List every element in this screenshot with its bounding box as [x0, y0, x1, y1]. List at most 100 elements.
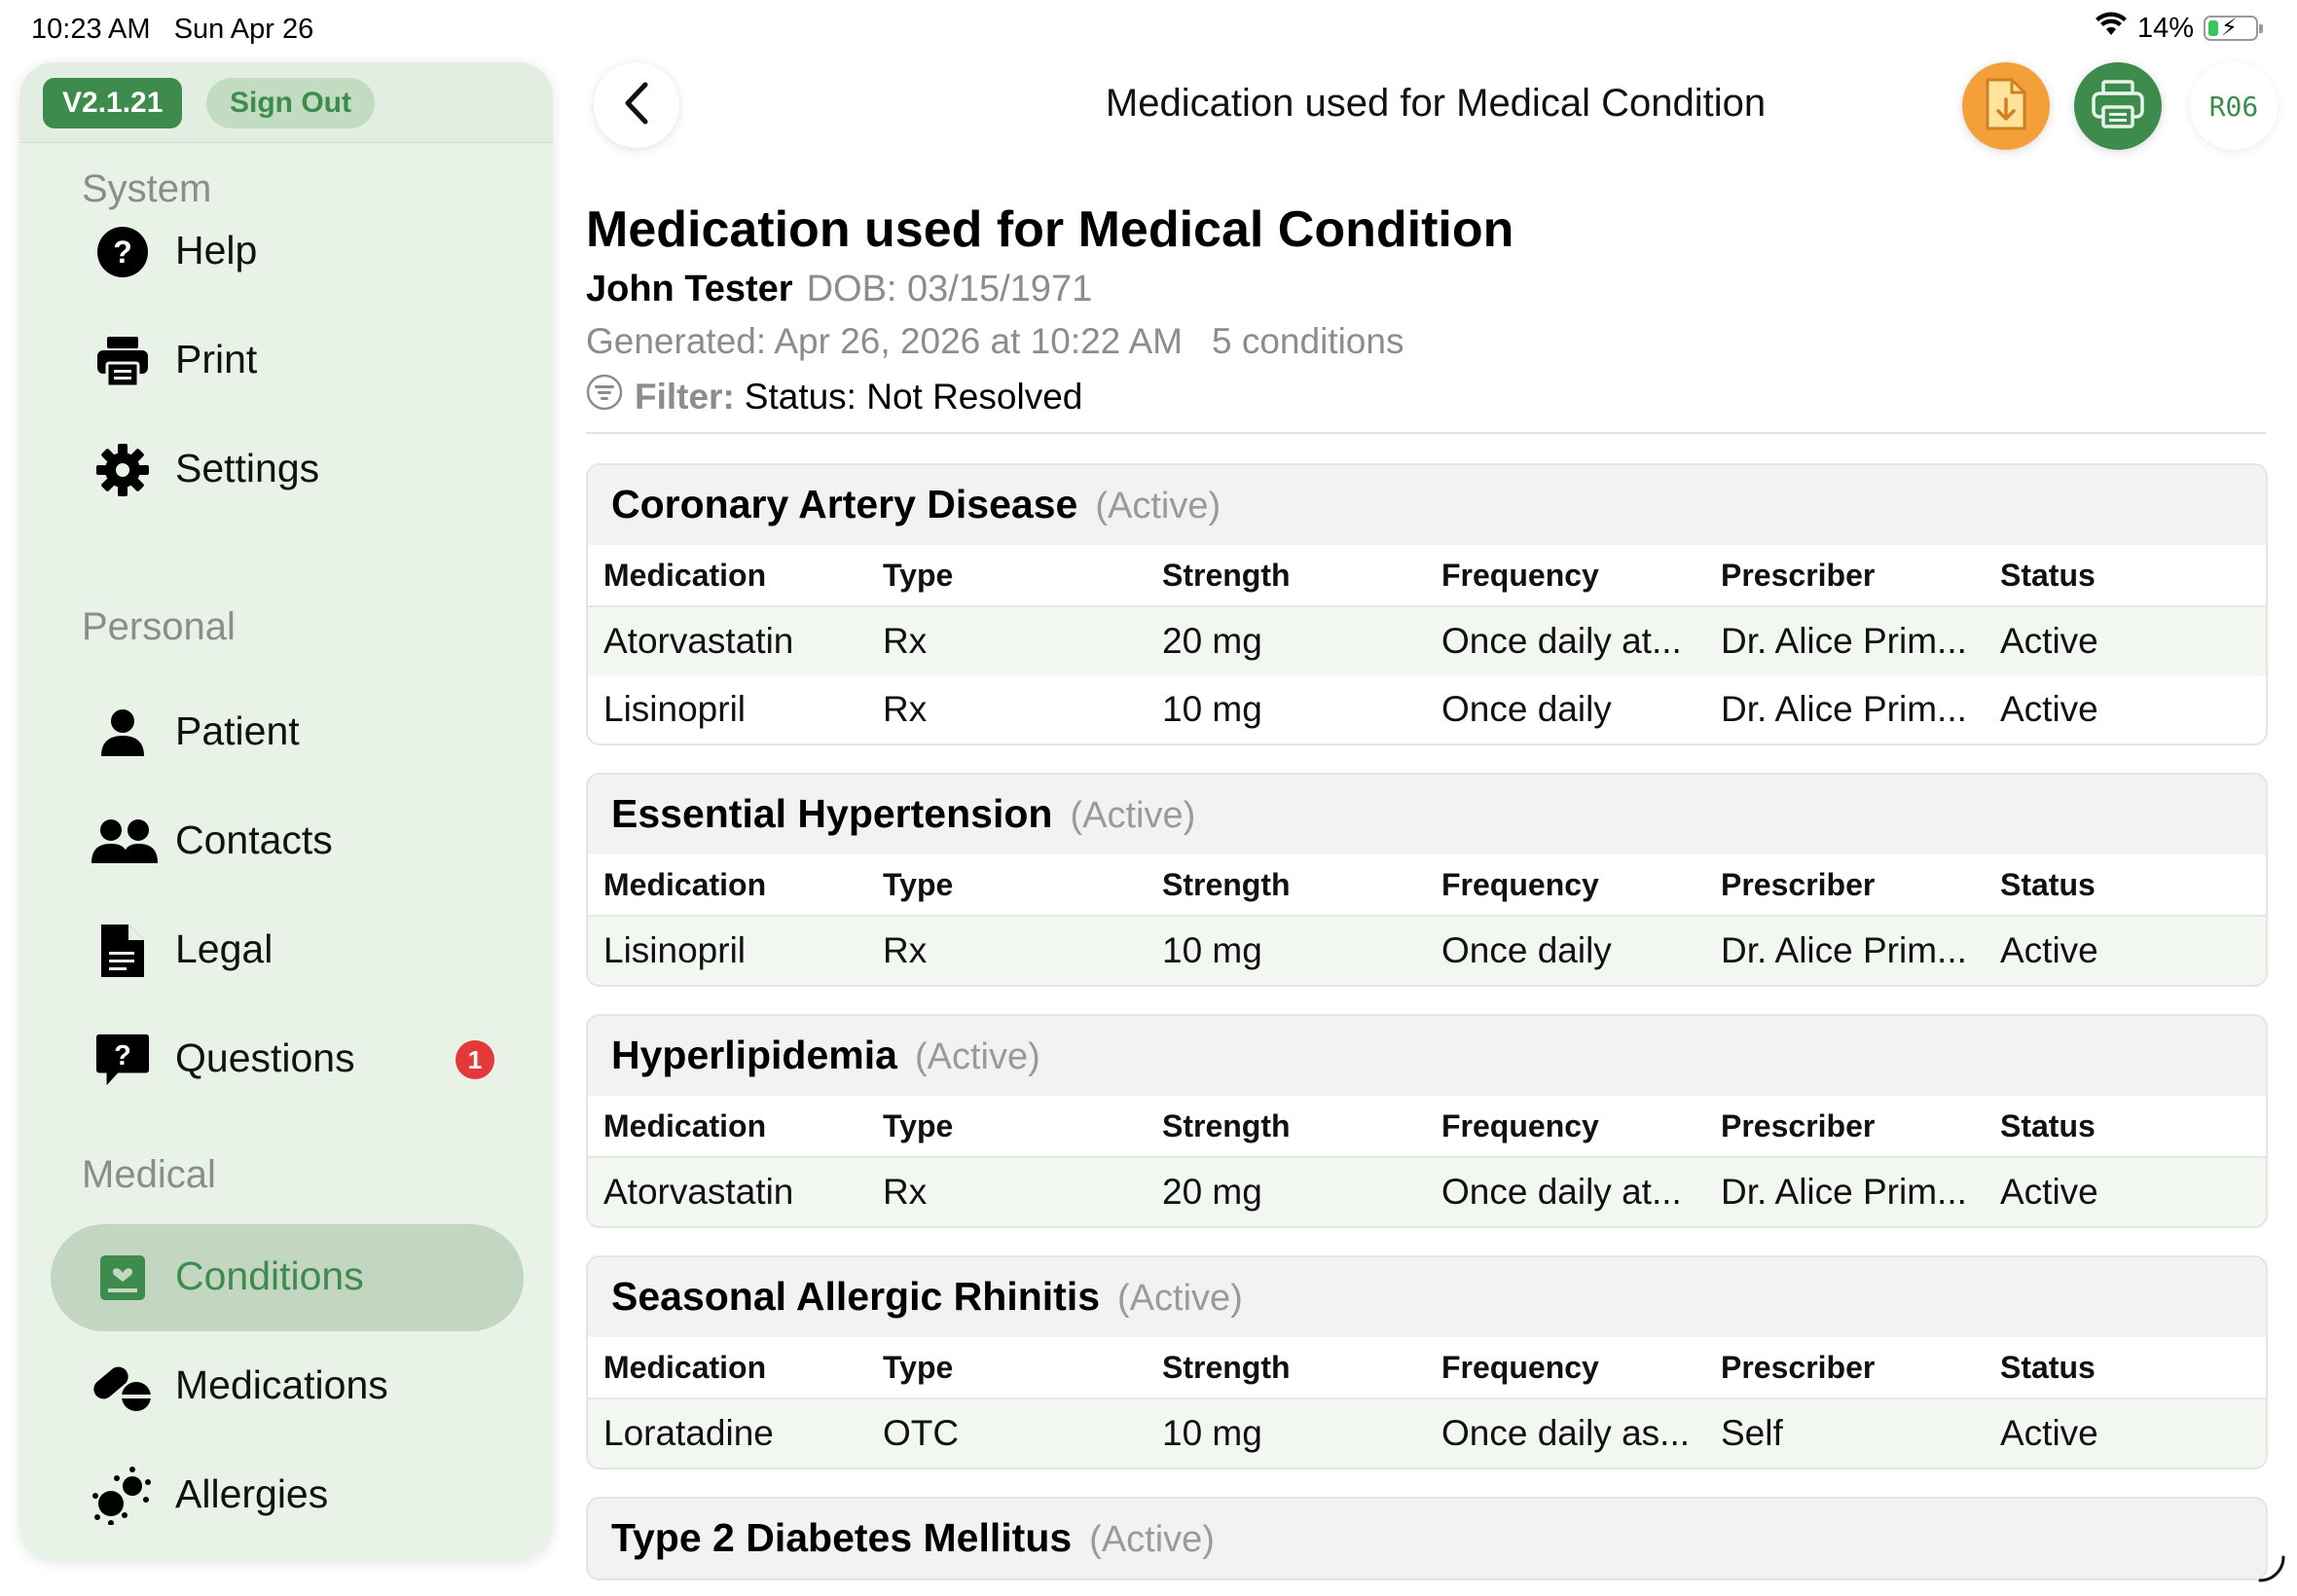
- table-cell: Rx: [883, 1172, 928, 1212]
- table-cell: 20 mg: [1162, 1172, 1262, 1212]
- condition-name: Hyperlipidemia (Active): [611, 1033, 1040, 1078]
- patient-dob: DOB: 03/15/1971: [806, 269, 1093, 309]
- condition-name-text: Essential Hypertension: [611, 791, 1053, 836]
- table-cell: Rx: [883, 930, 928, 970]
- sidebar-item-label: Print: [175, 337, 258, 381]
- document-download-icon: [1985, 78, 2027, 135]
- condition-card: Coronary Artery Disease (Active) Medicatio…: [586, 463, 2268, 745]
- battery-icon: ⚡: [2204, 15, 2263, 41]
- export-pdf-button[interactable]: [1962, 62, 2050, 150]
- pills-icon: [90, 1360, 154, 1414]
- sidebar-item-label: Medications: [175, 1362, 388, 1407]
- status-bar: 10:23 AM Sun Apr 26 14% ⚡: [0, 0, 2297, 60]
- filter-icon: [586, 374, 623, 419]
- column-header: Status: [2000, 866, 2096, 902]
- table-cell: Self: [1721, 1413, 1783, 1453]
- condition-card: Type 2 Diabetes Mellitus (Active): [586, 1497, 2268, 1580]
- resize-handle-icon[interactable]: [2256, 1553, 2285, 1582]
- patient-line: John Tester DOB: 03/15/1971: [586, 269, 1092, 310]
- sidebar-item-label: Settings: [175, 446, 320, 490]
- back-button[interactable]: [594, 62, 679, 148]
- table-header-row: Medication Type Strength Frequency Prescribe…: [588, 1337, 2266, 1399]
- sidebar-item-conditions[interactable]: Conditions: [51, 1224, 524, 1331]
- sidebar-item-patient[interactable]: Patient: [51, 679, 524, 786]
- table-cell: 10 mg: [1162, 689, 1262, 729]
- sidebar-item-medications[interactable]: Medications: [51, 1333, 524, 1440]
- table-row[interactable]: Lisinopril Rx 10 mg Once daily Dr. Alice Pri…: [588, 917, 2266, 985]
- table-row[interactable]: Lisinopril Rx 10 mg Once daily Dr. Alice Pri…: [588, 675, 2266, 744]
- column-header: Medication: [603, 557, 767, 593]
- table-row[interactable]: Loratadine OTC 10 mg Once daily as... Self Ac…: [588, 1399, 2266, 1468]
- people-icon: [90, 815, 160, 869]
- table-cell: Once daily at...: [1441, 621, 1682, 661]
- column-header: Status: [2000, 557, 2096, 593]
- column-header: Medication: [603, 1107, 767, 1143]
- generated-line: Generated: Apr 26, 2026 at 10:22 AM 5 con…: [586, 321, 1404, 362]
- help-icon: ?: [95, 225, 150, 279]
- filter-label: Filter:: [635, 376, 735, 417]
- divider: [586, 432, 2266, 434]
- table-cell: Dr. Alice Prim...: [1721, 930, 1967, 970]
- report-title: Medication used for Medical Condition: [586, 201, 1514, 258]
- conditions-icon: [95, 1251, 150, 1305]
- table-cell: Dr. Alice Prim...: [1721, 621, 1967, 661]
- table-cell: Rx: [883, 689, 928, 729]
- table-cell: Active: [2000, 1172, 2098, 1212]
- table-cell: Rx: [883, 621, 928, 661]
- sidebar-item-legal[interactable]: Legal: [51, 897, 524, 1004]
- column-header: Status: [2000, 1349, 2096, 1385]
- sidebar-item-settings[interactable]: Settings: [51, 417, 524, 524]
- sidebar-item-print[interactable]: Print: [51, 308, 524, 415]
- section-header-medical: Medical: [82, 1153, 216, 1196]
- sidebar-item-questions[interactable]: ? Questions 1: [51, 1006, 524, 1113]
- condition-status: (Active): [1089, 1519, 1215, 1560]
- print-icon: [95, 334, 150, 388]
- gear-icon: [95, 443, 150, 497]
- sidebar-top-bar: V2.1.21 Sign Out: [19, 62, 553, 143]
- generated-timestamp: Generated: Apr 26, 2026 at 10:22 AM: [586, 321, 1183, 361]
- condition-name: Type 2 Diabetes Mellitus (Active): [611, 1515, 1215, 1561]
- sidebar-item-label: Patient: [175, 708, 300, 753]
- sidebar-item-allergies[interactable]: Allergies: [51, 1442, 524, 1549]
- condition-count: 5 conditions: [1212, 321, 1404, 361]
- condition-card: Hyperlipidemia (Active) Medication Type Stre…: [586, 1014, 2268, 1228]
- svg-text:?: ?: [113, 235, 132, 270]
- battery-percent: 14%: [2136, 12, 2194, 44]
- column-header: Prescriber: [1721, 1107, 1876, 1143]
- sidebar-item-label: Allergies: [175, 1471, 329, 1516]
- column-header: Strength: [1162, 1349, 1291, 1385]
- person-icon: [95, 706, 150, 760]
- condition-card-header: Type 2 Diabetes Mellitus (Active): [588, 1499, 2266, 1578]
- column-header: Frequency: [1441, 1349, 1599, 1385]
- column-header: Frequency: [1441, 866, 1599, 902]
- table-row[interactable]: Atorvastatin Rx 20 mg Once daily at... Dr. A…: [588, 607, 2266, 675]
- question-bubble-icon: ?: [95, 1033, 150, 1087]
- status-time: 10:23 AM Sun Apr 26: [31, 14, 314, 45]
- table-cell: 10 mg: [1162, 1413, 1262, 1453]
- print-icon: [2091, 79, 2145, 134]
- table-header-row: Medication Type Strength Frequency Prescribe…: [588, 854, 2266, 917]
- column-header: Medication: [603, 1349, 767, 1385]
- table-header-row: Medication Type Strength Frequency Prescribe…: [588, 1096, 2266, 1158]
- column-header: Strength: [1162, 866, 1291, 902]
- condition-card-header: Essential Hypertension (Active): [588, 775, 2266, 854]
- sidebar-item-contacts[interactable]: Contacts: [51, 788, 524, 895]
- column-header: Status: [2000, 1107, 2096, 1143]
- sign-out-button[interactable]: Sign Out: [206, 78, 375, 128]
- status-indicators: 14% ⚡: [2095, 12, 2263, 45]
- condition-name-text: Coronary Artery Disease: [611, 482, 1078, 526]
- print-button[interactable]: [2074, 62, 2162, 150]
- table-cell: Active: [2000, 689, 2098, 729]
- table-row[interactable]: Atorvastatin Rx 20 mg Once daily at... Dr. A…: [588, 1158, 2266, 1226]
- column-header: Strength: [1162, 1107, 1291, 1143]
- condition-card-header: Seasonal Allergic Rhinitis (Active): [588, 1257, 2266, 1337]
- table-cell: Dr. Alice Prim...: [1721, 689, 1967, 729]
- sidebar-item-help[interactable]: ? Help: [51, 199, 524, 306]
- condition-status: (Active): [1070, 795, 1196, 836]
- document-icon: [95, 924, 150, 978]
- table-cell: Once daily: [1441, 930, 1612, 970]
- condition-card-header: Coronary Artery Disease (Active): [588, 465, 2266, 545]
- filter-line: Filter: Status: Not Resolved: [586, 374, 1082, 419]
- user-code-button[interactable]: R06: [2190, 62, 2278, 150]
- table-cell: Dr. Alice Prim...: [1721, 1172, 1967, 1212]
